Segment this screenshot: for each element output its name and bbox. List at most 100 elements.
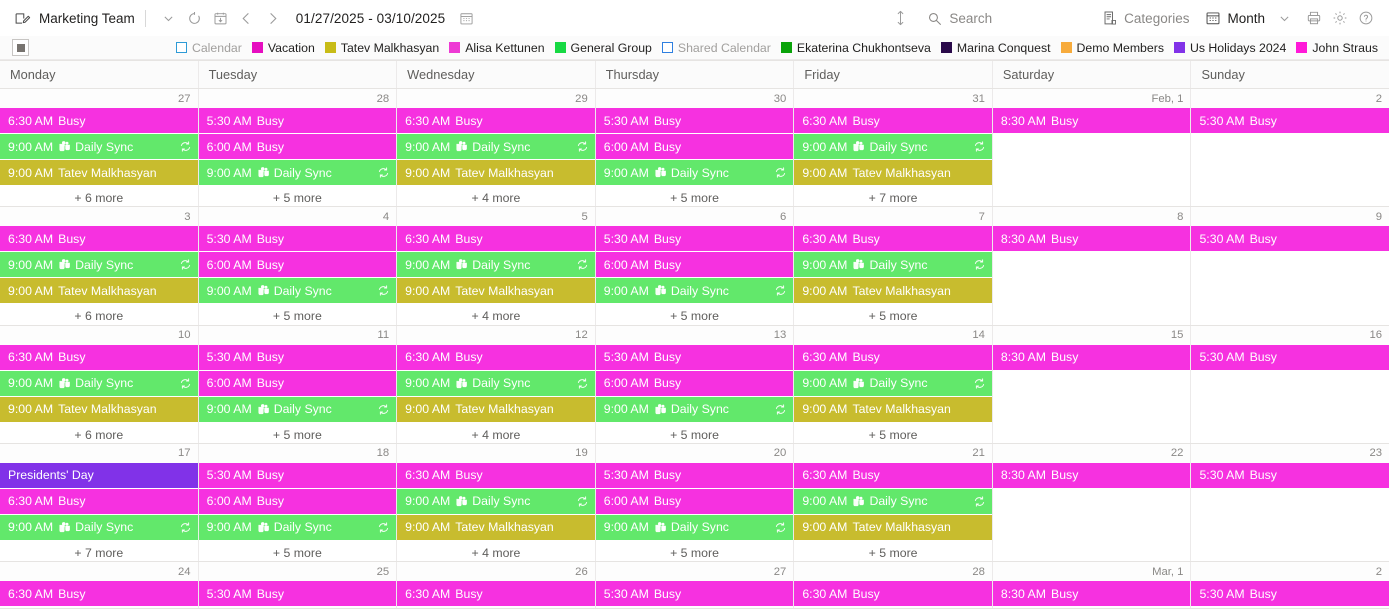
calendar-event[interactable]: 5:30 AM Busy (1191, 581, 1389, 606)
calendar-event[interactable]: 6:00 AM Busy (198, 488, 397, 514)
expand-rows-button[interactable] (887, 5, 913, 31)
more-events-link[interactable]: + 7 more (0, 540, 198, 561)
calendar-event[interactable]: 6:30 AM Busy (0, 488, 198, 514)
more-events-link[interactable]: + 5 more (794, 304, 992, 325)
more-events-link[interactable]: + 5 more (595, 304, 794, 325)
view-selector-button[interactable]: Month (1205, 10, 1265, 26)
calendar-event[interactable]: 9:00 AM Daily Sync (595, 278, 794, 304)
more-events-link[interactable]: + 5 more (198, 186, 397, 207)
calendar-event[interactable]: 6:30 AM Busy (397, 108, 595, 133)
more-events-link[interactable]: + 5 more (198, 304, 397, 325)
settings-button[interactable] (1327, 5, 1353, 31)
calendar-event[interactable]: 9:00 AM Daily Sync (794, 488, 992, 514)
calendar-day-cell[interactable]: 22 8:30 AM Busy (992, 443, 1192, 561)
day-number-label[interactable]: 17 (0, 443, 198, 463)
day-number-label[interactable]: 14 (794, 325, 992, 345)
refresh-button[interactable] (182, 5, 208, 31)
calendar-event[interactable]: 9:00 AM Tatev Malkhasyan (397, 160, 595, 185)
day-number-label[interactable]: 19 (397, 443, 595, 463)
calendar-event[interactable]: 6:30 AM Busy (397, 462, 595, 488)
calendar-event[interactable]: 6:00 AM Busy (595, 134, 794, 159)
day-number-label[interactable]: 30 (595, 89, 794, 108)
day-number-label[interactable]: 13 (595, 325, 794, 345)
calendar-day-cell[interactable]: 28 5:30 AM Busy 6:00 AM Busy 9:00 AM Daily Syn… (198, 89, 398, 207)
more-events-link[interactable]: + 6 more (0, 422, 198, 443)
day-number-label[interactable]: 29 (397, 89, 595, 108)
calendar-event[interactable]: 9:00 AM Daily Sync (0, 252, 198, 278)
day-number-label[interactable]: 26 (397, 562, 595, 581)
calendar-event[interactable]: 9:00 AM Tatev Malkhasyan (397, 278, 595, 304)
calendar-day-cell[interactable]: Mar, 1 8:30 AM Busy (992, 562, 1192, 608)
day-number-label[interactable]: 21 (794, 443, 992, 463)
calendar-event[interactable]: 6:30 AM Busy (0, 108, 198, 133)
calendar-event[interactable]: 6:30 AM Busy (0, 581, 198, 606)
legend-item[interactable]: Demo Members (1060, 41, 1169, 55)
calendar-event[interactable]: 9:00 AM Daily Sync (397, 252, 595, 278)
day-number-label[interactable]: 7 (794, 207, 992, 227)
calendar-event[interactable]: 6:30 AM Busy (397, 581, 595, 606)
calendar-event[interactable]: 6:30 AM Busy (794, 462, 992, 488)
day-number-label[interactable]: 6 (595, 207, 794, 227)
calendar-day-cell[interactable]: 28 6:30 AM Busy (794, 562, 993, 608)
previous-period-button[interactable] (234, 5, 260, 31)
more-events-link[interactable]: + 5 more (794, 540, 992, 561)
calendar-event[interactable]: 5:30 AM Busy (198, 344, 397, 370)
more-events-link[interactable]: + 5 more (198, 540, 397, 561)
day-number-label[interactable]: 16 (1191, 325, 1389, 345)
next-period-button[interactable] (260, 5, 286, 31)
calendar-event[interactable]: 9:00 AM Tatev Malkhasyan (794, 396, 992, 422)
calendar-day-cell[interactable]: 16 5:30 AM Busy (1191, 325, 1389, 443)
calendar-day-cell[interactable]: 27 5:30 AM Busy (595, 562, 795, 608)
day-number-label[interactable]: 28 (198, 89, 397, 108)
calendar-event[interactable]: 9:00 AM Daily Sync (595, 514, 794, 540)
calendar-event[interactable]: 5:30 AM Busy (198, 581, 397, 606)
day-number-label[interactable]: 31 (794, 89, 992, 108)
calendar-event[interactable]: 6:00 AM Busy (595, 488, 794, 514)
calendar-event[interactable]: 9:00 AM Daily Sync (0, 370, 198, 396)
more-events-link[interactable]: + 5 more (198, 422, 397, 443)
day-number-label[interactable]: Mar, 1 (992, 562, 1191, 581)
more-events-link[interactable]: + 7 more (794, 186, 992, 207)
print-button[interactable] (1301, 5, 1327, 31)
calendar-day-cell[interactable]: 11 5:30 AM Busy 6:00 AM Busy 9:00 AM Daily Syn… (198, 325, 398, 443)
view-dropdown-button[interactable] (1271, 5, 1297, 31)
calendar-event[interactable]: 9:00 AM Daily Sync (595, 396, 794, 422)
calendar-event[interactable]: 8:30 AM Busy (992, 581, 1191, 606)
legend-item[interactable]: Alisa Kettunen (449, 41, 549, 55)
more-events-link[interactable]: + 6 more (0, 186, 198, 207)
calendar-event[interactable]: 9:00 AM Tatev Malkhasyan (794, 514, 992, 540)
calendar-event[interactable]: 9:00 AM Daily Sync (198, 160, 397, 185)
legend-item[interactable]: Tatev Malkhasyan (324, 41, 444, 55)
more-events-link[interactable]: + 4 more (397, 422, 595, 443)
day-number-label[interactable]: 3 (0, 207, 198, 227)
calendar-event[interactable]: 9:00 AM Daily Sync (397, 370, 595, 396)
calendar-event[interactable]: 5:30 AM Busy (1191, 462, 1389, 488)
calendar-event[interactable]: 6:00 AM Busy (595, 252, 794, 278)
day-number-label[interactable]: 18 (198, 443, 397, 463)
day-number-label[interactable]: 28 (794, 562, 992, 581)
calendar-day-cell[interactable]: 20 5:30 AM Busy 6:00 AM Busy 9:00 AM Daily Syn… (595, 443, 795, 561)
calendar-day-cell[interactable]: 14 6:30 AM Busy 9:00 AM Daily Sync 9:00 AM Tat… (794, 325, 993, 443)
calendar-day-cell[interactable]: 2 5:30 AM Busy (1191, 562, 1389, 608)
calendar-day-cell[interactable]: 13 5:30 AM Busy 6:00 AM Busy 9:00 AM Daily Syn… (595, 325, 795, 443)
calendar-day-cell[interactable]: 21 6:30 AM Busy 9:00 AM Daily Sync 9:00 AM Tat… (794, 443, 993, 561)
day-number-label[interactable]: 27 (0, 89, 198, 108)
calendar-day-cell[interactable]: 6 5:30 AM Busy 6:00 AM Busy 9:00 AM Daily Sync… (595, 207, 795, 325)
day-number-label[interactable]: 2 (1191, 89, 1389, 108)
calendar-event[interactable]: 8:30 AM Busy (992, 108, 1191, 133)
calendar-event[interactable]: 9:00 AM Daily Sync (794, 252, 992, 278)
calendar-day-cell[interactable]: Feb, 1 8:30 AM Busy (992, 89, 1192, 207)
calendar-day-cell[interactable]: 24 6:30 AM Busy (0, 562, 199, 608)
calendar-event[interactable]: 5:30 AM Busy (198, 226, 397, 252)
calendar-day-cell[interactable]: 25 5:30 AM Busy (198, 562, 398, 608)
day-number-label[interactable]: 24 (0, 562, 198, 581)
calendar-event[interactable]: 5:30 AM Busy (595, 108, 794, 133)
calendar-day-cell[interactable]: 26 6:30 AM Busy (397, 562, 596, 608)
date-range-label[interactable]: 01/27/2025 - 03/10/2025 (296, 11, 445, 26)
calendar-day-cell[interactable]: 30 5:30 AM Busy 6:00 AM Busy 9:00 AM Daily Syn… (595, 89, 795, 207)
calendar-event[interactable]: 5:30 AM Busy (1191, 108, 1389, 133)
calendar-day-cell[interactable]: 12 6:30 AM Busy 9:00 AM Daily Sync 9:00 AM Tat… (397, 325, 596, 443)
calendar-event[interactable]: 9:00 AM Daily Sync (198, 278, 397, 304)
legend-item[interactable]: John Straus (1296, 41, 1383, 55)
more-events-link[interactable]: + 4 more (397, 540, 595, 561)
